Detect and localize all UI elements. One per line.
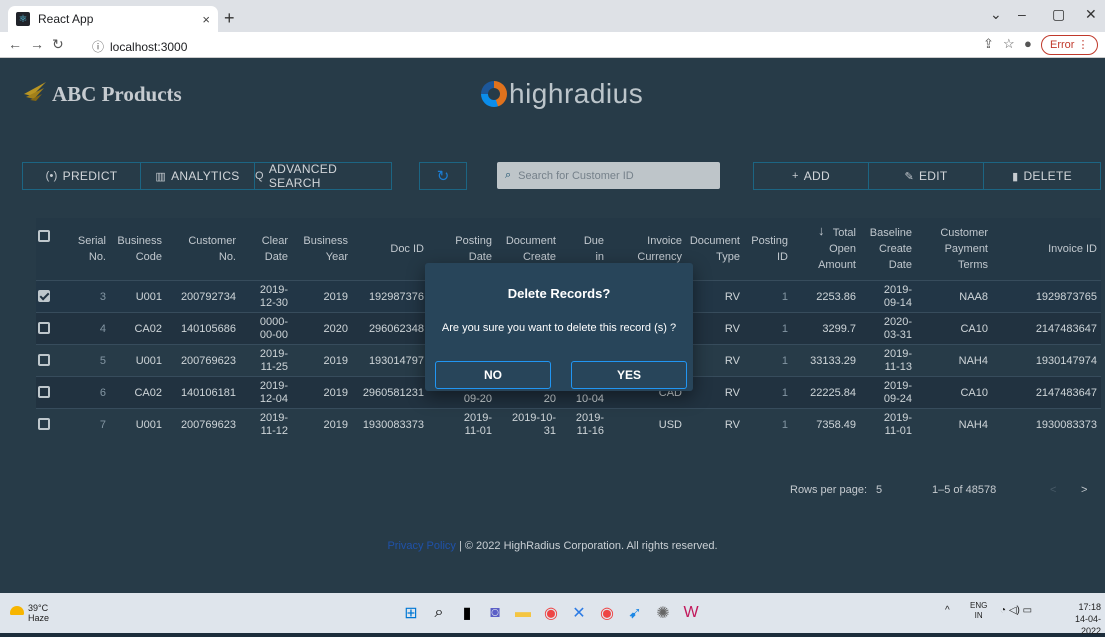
error-badge[interactable]: Error ⋮: [1041, 35, 1098, 55]
search-icon[interactable]: ⌕: [428, 603, 450, 623]
reload-icon[interactable]: ↻: [52, 36, 64, 53]
weather-desc: Haze: [28, 613, 50, 623]
error-label: Error: [1050, 39, 1075, 51]
new-tab-button[interactable]: +: [224, 8, 235, 29]
close-window-icon[interactable]: ✕: [1085, 6, 1097, 23]
dialog-title: Delete Records?: [507, 286, 611, 301]
weather-temp: 39°C: [28, 603, 49, 613]
react-icon: ⚛: [16, 12, 30, 26]
address-bar: ← → ↻ ⓘ localhost:3000 ⇪ ☆ ● Error ⋮: [0, 32, 1105, 58]
tray-chevron-icon[interactable]: ^: [945, 605, 950, 616]
task-view-icon[interactable]: ▮: [456, 603, 478, 623]
feather-app-icon[interactable]: ➹: [624, 603, 646, 623]
file-explorer-icon[interactable]: ▬: [512, 603, 534, 623]
forward-icon[interactable]: →: [30, 36, 44, 52]
dialog-message: Are you sure you want to delete this rec…: [441, 322, 677, 334]
wifi-volume-battery-icons[interactable]: ◔ ◁) ▭: [1000, 605, 1032, 616]
yes-button[interactable]: YES: [571, 361, 687, 389]
w-app-icon[interactable]: W: [680, 603, 702, 623]
tab-search-icon[interactable]: ⌄: [990, 6, 1002, 23]
weather-widget[interactable]: 39°C Haze: [10, 603, 49, 623]
delete-confirm-dialog: Delete Records? Are you sure you want to…: [425, 263, 693, 391]
browser-tab-bar: ⚛ React App × + ⌄ – ▢ ✕: [0, 0, 1105, 32]
share-icon[interactable]: ⇪: [983, 36, 994, 52]
clock[interactable]: 17:18 14-04-2022: [1057, 601, 1101, 637]
app-root: ABC Products highradius (•) PREDICT ▥ AN…: [0, 58, 1105, 593]
clock-date: 14-04-2022: [1074, 614, 1101, 636]
back-icon[interactable]: ←: [8, 36, 22, 52]
minimize-icon[interactable]: –: [1018, 6, 1026, 22]
vscode-icon[interactable]: ✕: [568, 603, 590, 623]
weather-icon: [10, 606, 24, 615]
taskbar: 39°C Haze ⊞ ⌕ ▮ ◙ ▬ ◉ ✕ ◉ ➹ ✺ W ^ ENG IN…: [0, 593, 1105, 636]
clock-time: 17:18: [1078, 602, 1101, 612]
tab-title: React App: [38, 12, 94, 26]
url-text: localhost:3000: [110, 40, 188, 54]
language-indicator[interactable]: ENG IN: [970, 601, 987, 621]
site-info-icon[interactable]: ⓘ: [92, 40, 104, 54]
language-code: ENG: [970, 601, 988, 610]
region-code: IN: [974, 611, 983, 620]
url-field[interactable]: ⓘ localhost:3000: [92, 38, 187, 55]
profile-icon[interactable]: ●: [1024, 36, 1032, 51]
chrome-active-icon[interactable]: ◉: [596, 603, 618, 623]
chrome-icon[interactable]: ◉: [540, 603, 562, 623]
app-icon[interactable]: ✺: [652, 603, 674, 623]
bookmark-star-icon[interactable]: ☆: [1003, 36, 1015, 52]
start-icon[interactable]: ⊞: [400, 603, 422, 623]
browser-tab[interactable]: ⚛ React App ×: [8, 6, 218, 32]
tab-close-icon[interactable]: ×: [202, 12, 210, 27]
no-button[interactable]: NO: [435, 361, 551, 389]
maximize-icon[interactable]: ▢: [1052, 6, 1065, 23]
chat-icon[interactable]: ◙: [484, 603, 506, 623]
